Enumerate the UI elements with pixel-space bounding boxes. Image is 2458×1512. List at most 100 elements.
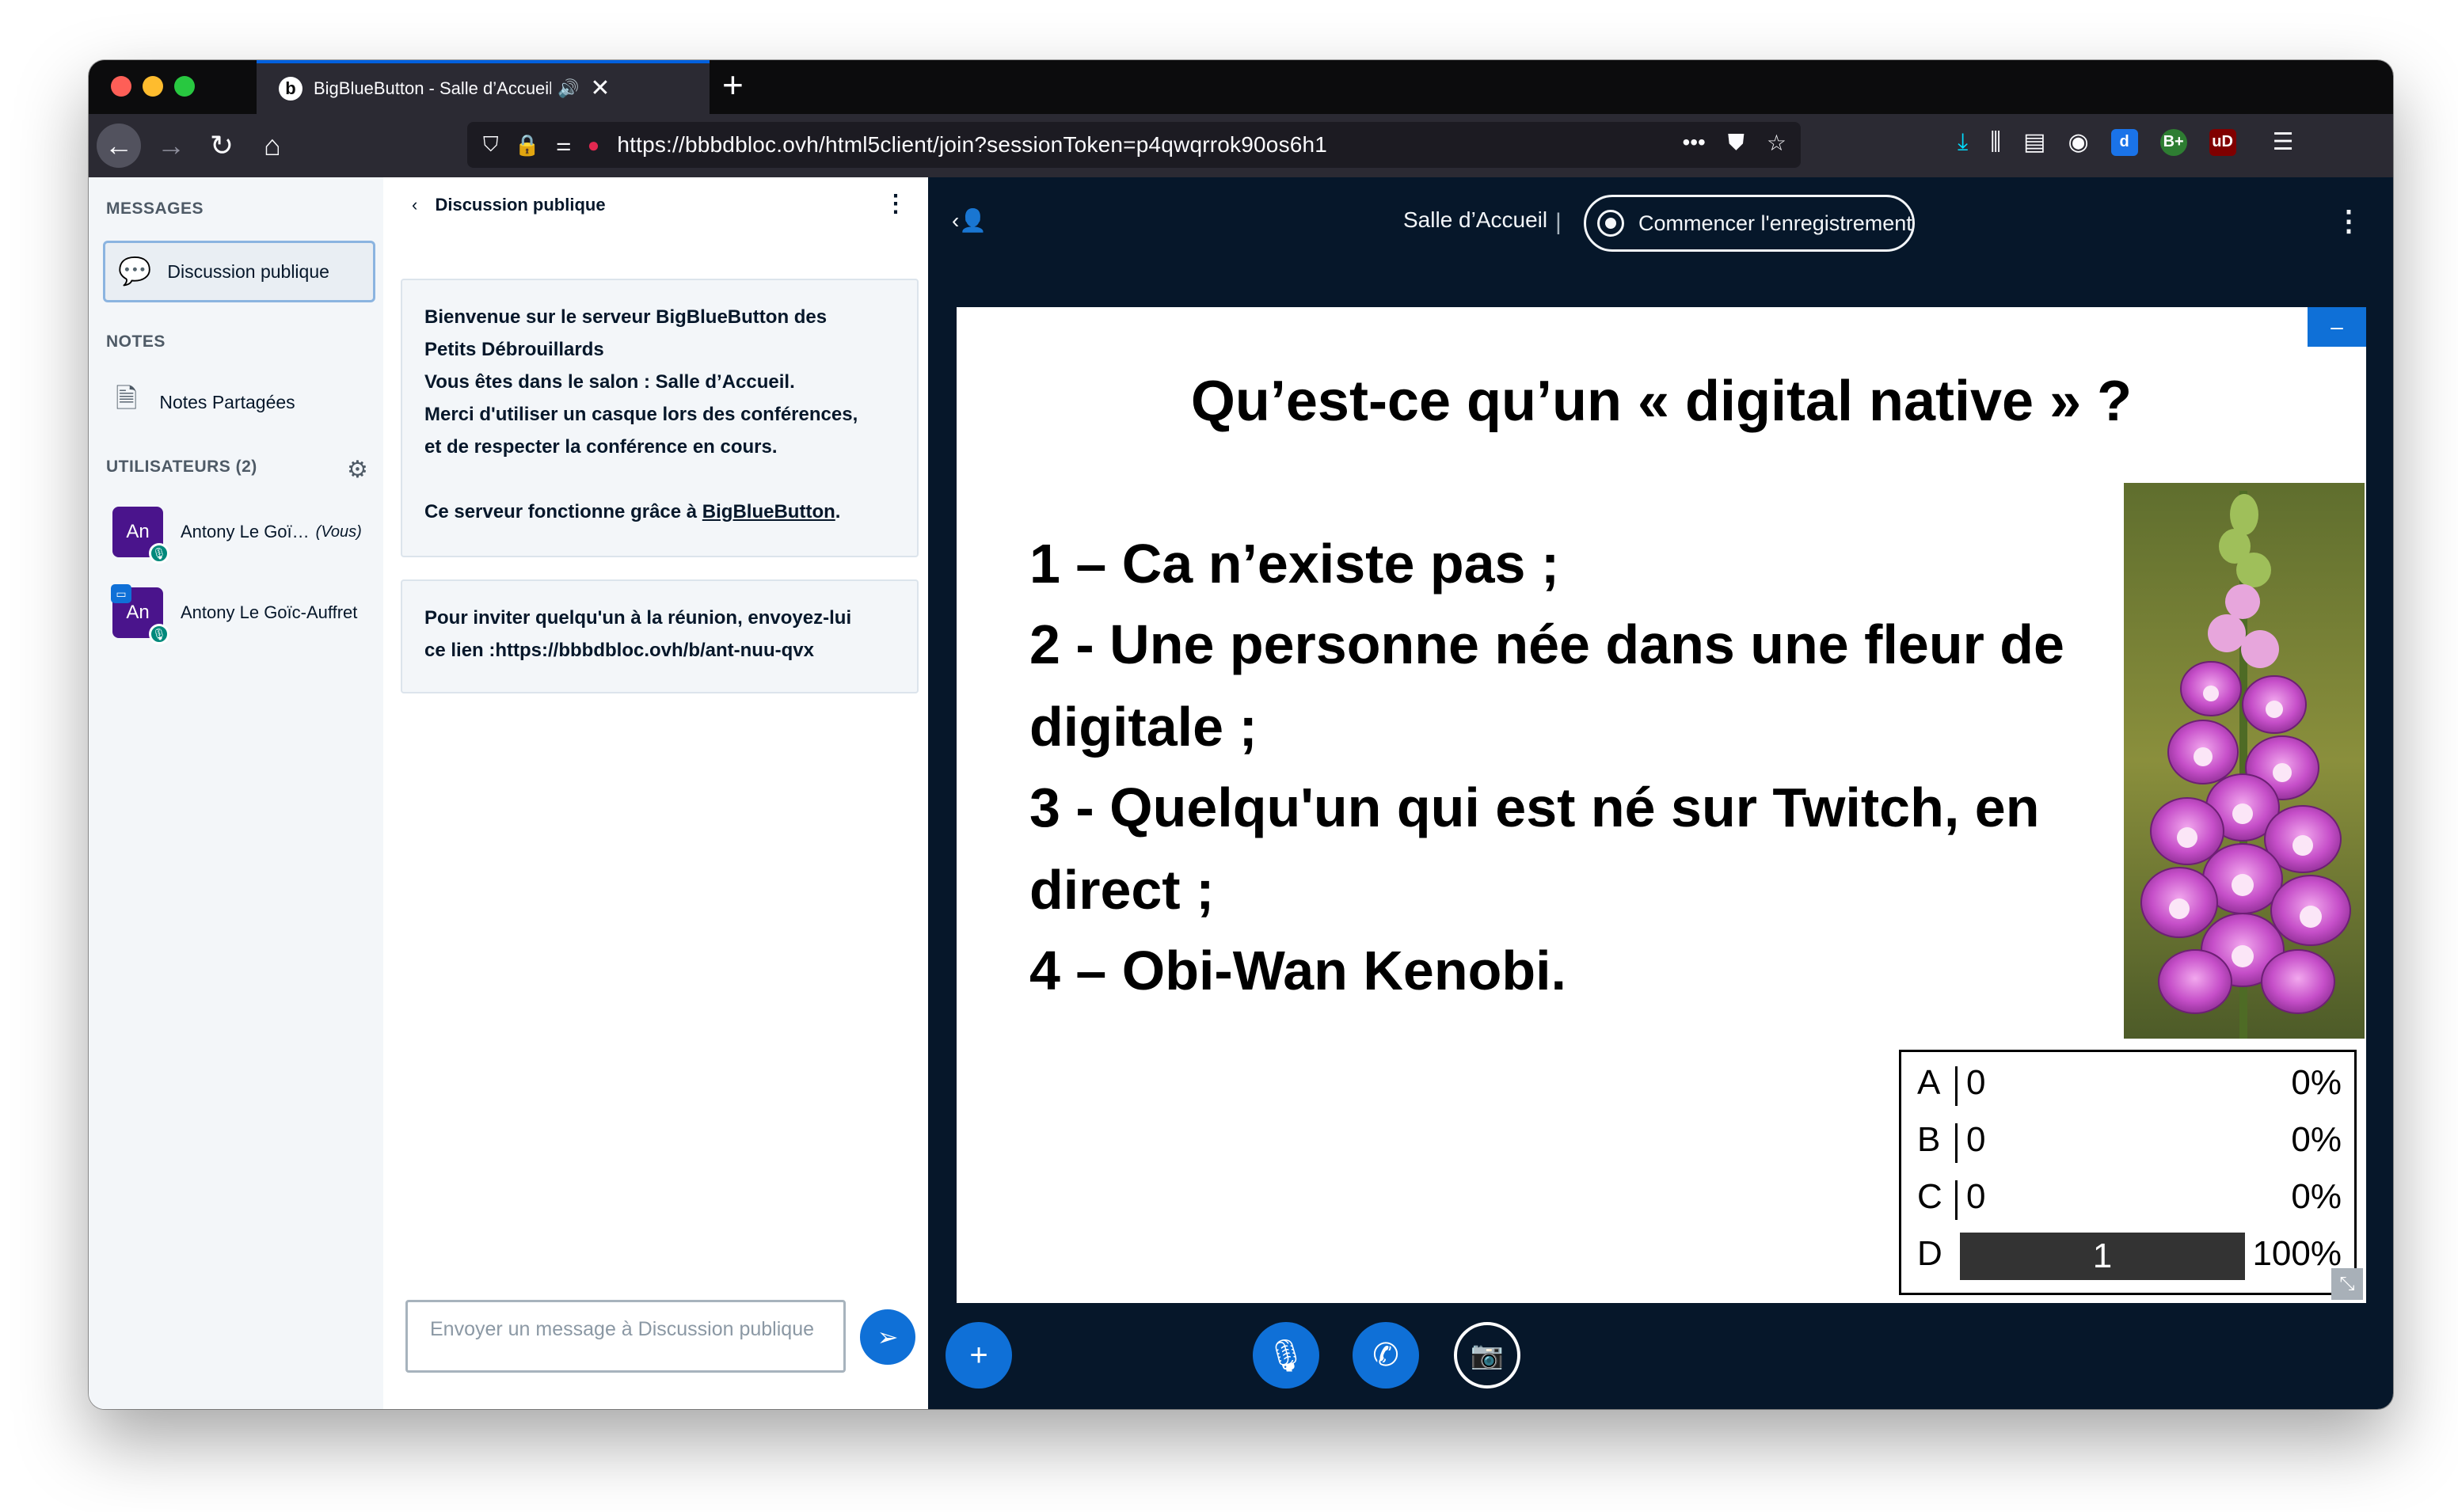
users-section-title: UTILISATEURS (2): [106, 458, 257, 476]
browser-window: b BigBlueButton - Salle d’Accueil 🔊 ✕ + …: [89, 60, 2393, 1409]
chat-options-kebab-icon[interactable]: ⋮: [884, 190, 907, 218]
chat-title: Discussion publique: [435, 195, 606, 215]
chevron-left-icon[interactable]: ‹: [412, 195, 417, 215]
user-name: Antony Le Goïc-Auffret: [181, 602, 358, 622]
user-item-self[interactable]: An 🎙 Antony Le Goï… (Vous): [112, 502, 382, 564]
presentation-slide[interactable]: – Qu’est-ce qu’un « digital native » ? 1…: [957, 307, 2366, 1303]
microphone-active-icon[interactable]: ●: [588, 133, 600, 158]
home-icon[interactable]: ⌂: [250, 123, 295, 168]
poll-option-letter: A: [1917, 1063, 1941, 1102]
bookmark-star-icon[interactable]: ☆: [1767, 130, 1786, 156]
avatar: An 🎙: [112, 507, 169, 564]
fit-to-screen-icon[interactable]: ⤡: [2331, 1268, 2363, 1300]
send-message-button[interactable]: ➢: [860, 1309, 915, 1365]
user-item-presenter[interactable]: An ▭ 🎙 Antony Le Goïc-Auffret: [111, 583, 382, 644]
poll-divider: [1955, 1066, 1958, 1106]
url-text: https://bbbdbloc.ovh/html5client/join?se…: [617, 132, 1328, 157]
poll-percentage: 100%: [2252, 1234, 2342, 1273]
microphone-icon: 🎙: [149, 543, 169, 564]
download-icon[interactable]: ⤓: [1958, 129, 1968, 156]
library-icon[interactable]: ⫼: [1990, 129, 2001, 156]
ublock-icon[interactable]: uD: [2209, 128, 2236, 156]
poll-divider: [1955, 1123, 1958, 1163]
zoom-window-button[interactable]: [174, 76, 195, 97]
lock-icon[interactable]: 🔒: [515, 133, 540, 158]
user-list-panel: MESSAGES 💬 Discussion publique NOTES 🗎 N…: [89, 177, 383, 1409]
leave-audio-button[interactable]: ✆: [1353, 1322, 1419, 1389]
sidebar-toggle-icon[interactable]: ▤: [2023, 128, 2045, 156]
pocket-icon[interactable]: ⛊: [1728, 130, 1745, 156]
welcome-line: Vous êtes dans le salon : Salle d’Accuei…: [424, 366, 895, 398]
avatar: An ▭ 🎙: [111, 584, 169, 644]
microphone-icon: 🎙: [1265, 1338, 1307, 1373]
navigation-bar: ← → ↻ ⌂ ⛉ 🔒 ⚌ ● https://bbbdbloc.ovh/htm…: [89, 114, 2393, 177]
poll-result-bar: 1: [1960, 1233, 2245, 1280]
public-chat-item[interactable]: 💬 Discussion publique: [103, 241, 375, 302]
share-webcam-button[interactable]: 📷: [1454, 1322, 1520, 1389]
minimize-presentation-button[interactable]: –: [2308, 307, 2366, 347]
chat-bubble-icon: 💬: [118, 256, 152, 287]
actions-plus-button[interactable]: +: [946, 1322, 1012, 1389]
poll-results: A 0 0% B 0 0% C 0 0% D 1 100%: [1899, 1050, 2357, 1295]
poll-row-c: C 0 0%: [1909, 1172, 2346, 1229]
poll-percentage: 0%: [2291, 1063, 2342, 1102]
document-icon: 🗎: [116, 383, 138, 414]
slide-line: direct ;: [1029, 859, 1215, 921]
mute-microphone-button[interactable]: 🎙: [1253, 1322, 1319, 1389]
back-arrow-icon[interactable]: ←: [97, 123, 141, 168]
poll-vote-count: 0: [1966, 1120, 1986, 1159]
start-recording-button[interactable]: Commencer l'enregistrement: [1584, 195, 1915, 252]
welcome-line: Bienvenue sur le serveur BigBlueButton d…: [424, 306, 828, 328]
avatar-initials: An: [126, 521, 150, 542]
active-tab[interactable]: b BigBlueButton - Salle d’Accueil 🔊 ✕: [257, 60, 710, 114]
notes-section-title: NOTES: [106, 332, 166, 351]
invite-line[interactable]: ce lien :https://bbbdbloc.ovh/b/ant-nuu-…: [424, 634, 895, 667]
title-separator: |: [1555, 209, 1562, 235]
phone-icon: ✆: [1372, 1338, 1399, 1373]
new-tab-icon[interactable]: +: [722, 66, 744, 103]
user-name: Antony Le Goï…: [181, 522, 310, 541]
reload-icon[interactable]: ↻: [200, 123, 244, 168]
welcome-line: Petits Débrouillards: [424, 339, 604, 360]
toggle-user-list-icon[interactable]: ‹👤: [952, 207, 987, 234]
poll-percentage: 0%: [2291, 1120, 2342, 1159]
account-icon[interactable]: ◉: [2068, 128, 2088, 156]
you-label: (Vous): [315, 522, 362, 541]
minimize-window-button[interactable]: [143, 76, 163, 97]
slide-title: Qu’est-ce qu’un « digital native » ?: [1190, 370, 2133, 433]
poll-option-letter: B: [1917, 1120, 1941, 1159]
welcome-message: Bienvenue sur le serveur BigBlueButton d…: [401, 279, 919, 557]
user-settings-gear-icon[interactable]: ⚙: [347, 456, 368, 484]
tab-strip: b BigBlueButton - Salle d’Accueil 🔊 ✕ +: [89, 60, 2393, 114]
plus-icon: +: [969, 1337, 988, 1373]
poll-vote-count: 0: [1966, 1063, 1986, 1102]
slide-line: 3 - Quelqu'un qui est né sur Twitch, en: [1029, 777, 2040, 838]
shared-notes-label: Notes Partagées: [159, 391, 295, 412]
slide-line: 4 – Obi-Wan Kenobi.: [1029, 940, 1566, 1001]
shield-icon[interactable]: ⛉: [483, 132, 499, 158]
presentation-area: ‹👤 Salle d’Accueil | Commencer l'enregis…: [928, 177, 2393, 1409]
close-window-button[interactable]: [111, 76, 131, 97]
bigbluebutton-link[interactable]: BigBlueButton: [702, 501, 835, 522]
shared-notes-item[interactable]: 🗎 Notes Partagées: [103, 374, 375, 431]
forward-arrow-icon[interactable]: →: [149, 123, 193, 168]
welcome-room-prefix: Vous êtes dans le salon :: [424, 371, 656, 393]
tab-close-icon[interactable]: ✕: [590, 77, 610, 101]
options-kebab-icon[interactable]: ⋮: [2334, 204, 2363, 237]
extension-d-icon[interactable]: d: [2110, 128, 2138, 156]
record-icon: [1597, 210, 1624, 237]
page-actions-icon[interactable]: •••: [1682, 130, 1705, 156]
messages-section-title: MESSAGES: [106, 199, 204, 218]
speaker-icon[interactable]: 🔊: [557, 78, 579, 99]
app-content: MESSAGES 💬 Discussion publique NOTES 🗎 N…: [89, 177, 2393, 1409]
extension-bplus-icon[interactable]: B+: [2159, 128, 2187, 156]
chat-message-input[interactable]: Envoyer un message à Discussion publique: [405, 1300, 846, 1373]
hamburger-menu-icon[interactable]: ☰: [2273, 128, 2294, 156]
chat-header[interactable]: ‹ Discussion publique: [412, 195, 606, 215]
welcome-room-name: Salle d’Accueil: [655, 371, 790, 393]
public-chat-label: Discussion publique: [167, 260, 329, 282]
permissions-icon[interactable]: ⚌: [556, 135, 572, 155]
meeting-title: Salle d’Accueil: [1403, 207, 1548, 232]
avatar-initials: An: [126, 602, 150, 623]
url-bar[interactable]: ⛉ 🔒 ⚌ ● https://bbbdbloc.ovh/html5client…: [467, 122, 1801, 168]
